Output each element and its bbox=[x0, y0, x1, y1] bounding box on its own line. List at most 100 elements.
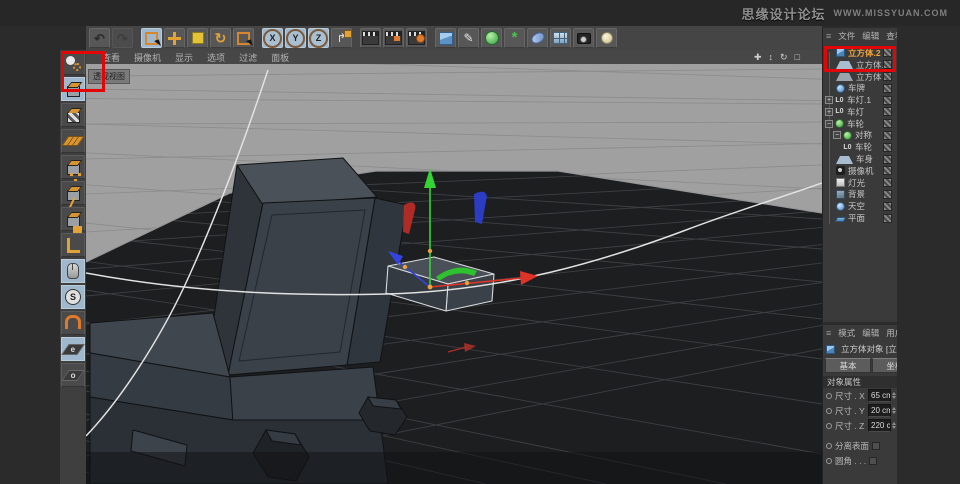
keyframe-dot-icon[interactable] bbox=[826, 392, 832, 399]
object-row-cube[interactable]: 立方体 bbox=[823, 71, 897, 83]
tab-coordinates[interactable]: 坐标 bbox=[872, 358, 897, 373]
mesh-poly-tool-button[interactable]: o bbox=[61, 363, 85, 387]
render-settings-button[interactable] bbox=[406, 28, 427, 48]
om-menu-edit[interactable]: 编辑 bbox=[862, 30, 879, 42]
enable-snap-button[interactable]: S bbox=[61, 285, 85, 309]
point-mode-button[interactable] bbox=[61, 155, 85, 179]
spline-pen-button[interactable]: ✎ bbox=[458, 28, 479, 48]
add-cube-button[interactable] bbox=[435, 28, 456, 48]
object-row-lamp1[interactable]: L0车灯.1 bbox=[823, 94, 897, 106]
object-row-symmetry[interactable]: 对称 bbox=[823, 130, 897, 142]
keyframe-dot-icon[interactable] bbox=[826, 457, 832, 464]
pan-view-icon[interactable]: ✚ bbox=[754, 52, 762, 63]
viewport-menu-options[interactable]: 选项 bbox=[207, 51, 225, 64]
viewport-3d[interactable] bbox=[86, 64, 822, 484]
object-row-plate[interactable]: 车牌 bbox=[823, 82, 897, 94]
polygon-mode-button[interactable] bbox=[61, 207, 85, 233]
viewport-menu-view[interactable]: 查看 bbox=[102, 51, 120, 64]
viewport-solo-button[interactable] bbox=[61, 259, 85, 283]
size-z-input[interactable]: 220 cm bbox=[868, 419, 891, 432]
am-menu-userdata[interactable]: 用户数据 bbox=[886, 327, 897, 339]
layer-toggle[interactable] bbox=[883, 83, 892, 93]
stepper-icon[interactable] bbox=[892, 422, 897, 429]
object-row-body[interactable]: 车身 bbox=[823, 153, 897, 165]
layer-toggle[interactable] bbox=[883, 71, 892, 81]
y-axis-lock-button[interactable]: Y bbox=[285, 28, 306, 48]
toggle-view-icon[interactable]: □ bbox=[795, 52, 800, 63]
edge-mode-button[interactable] bbox=[61, 181, 85, 205]
layer-toggle[interactable] bbox=[883, 95, 892, 105]
move-button[interactable] bbox=[164, 28, 185, 48]
object-row-cube2[interactable]: 立方体.2 bbox=[823, 47, 897, 59]
subdivision-surface-button[interactable] bbox=[481, 28, 502, 48]
x-axis-lock-button[interactable]: X bbox=[262, 28, 283, 48]
layer-toggle[interactable] bbox=[883, 48, 892, 58]
last-tool-button[interactable] bbox=[233, 28, 254, 48]
layer-toggle[interactable] bbox=[883, 119, 892, 129]
floor-button[interactable] bbox=[550, 28, 571, 48]
object-row-light[interactable]: 灯光 bbox=[823, 177, 897, 189]
scale-button[interactable] bbox=[187, 28, 208, 48]
object-row-wheel-instance[interactable]: L0 车轮 bbox=[823, 141, 897, 153]
layer-toggle[interactable] bbox=[883, 189, 892, 199]
rotate-button[interactable]: ↻ bbox=[210, 28, 231, 48]
live-selection-button[interactable] bbox=[141, 28, 162, 48]
environment-button[interactable] bbox=[527, 28, 548, 48]
mesh-edge-tool-button[interactable]: e bbox=[61, 337, 85, 361]
deformer-button[interactable]: * bbox=[504, 28, 525, 48]
viewport-menu-camera[interactable]: 摄像机 bbox=[134, 51, 161, 64]
layer-toggle[interactable] bbox=[883, 154, 892, 164]
object-row-wheel[interactable]: 车轮 bbox=[823, 118, 897, 130]
layer-toggle[interactable] bbox=[883, 142, 892, 152]
texture-mode-button[interactable] bbox=[61, 103, 85, 127]
object-row-plane[interactable]: 平面 bbox=[823, 212, 897, 224]
am-menu-mode[interactable]: 模式 bbox=[838, 327, 855, 339]
expand-icon[interactable] bbox=[825, 96, 833, 105]
camera-button[interactable] bbox=[573, 28, 594, 48]
make-editable-button[interactable] bbox=[61, 51, 85, 75]
layer-toggle[interactable] bbox=[883, 166, 892, 176]
keyframe-dot-icon[interactable] bbox=[826, 407, 832, 414]
separate-surfaces-checkbox[interactable] bbox=[872, 441, 881, 450]
layer-toggle[interactable] bbox=[883, 107, 892, 117]
layer-toggle[interactable] bbox=[883, 201, 892, 211]
z-axis-lock-button[interactable]: Z bbox=[308, 28, 329, 48]
layer-toggle[interactable] bbox=[883, 213, 892, 223]
size-x-input[interactable]: 65 cm bbox=[868, 389, 891, 402]
collapse-icon[interactable] bbox=[833, 131, 841, 140]
coordinate-system-button[interactable]: ↱ bbox=[331, 28, 352, 48]
object-row-camera[interactable]: 摄像机 bbox=[823, 165, 897, 177]
expand-icon[interactable] bbox=[825, 107, 833, 116]
rotate-view-icon[interactable]: ↻ bbox=[780, 52, 788, 63]
size-y-input[interactable]: 20 cm bbox=[868, 404, 891, 417]
model-mode-button[interactable] bbox=[61, 77, 85, 101]
tab-basic[interactable]: 基本 bbox=[825, 358, 871, 373]
object-row-sky[interactable]: 天空 bbox=[823, 200, 897, 212]
redo-button[interactable]: ↷ bbox=[112, 28, 133, 48]
object-row-background[interactable]: 背景 bbox=[823, 189, 897, 201]
object-row-cube1[interactable]: 立方体.1 bbox=[823, 59, 897, 71]
object-row-lamp[interactable]: L0车灯 bbox=[823, 106, 897, 118]
viewport-menu-display[interactable]: 显示 bbox=[175, 51, 193, 64]
om-menu-file[interactable]: 文件 bbox=[838, 30, 855, 42]
layer-toggle[interactable] bbox=[883, 178, 892, 188]
layer-toggle[interactable] bbox=[883, 130, 892, 140]
keyframe-dot-icon[interactable] bbox=[826, 442, 832, 449]
stepper-icon[interactable] bbox=[892, 407, 897, 414]
stepper-icon[interactable] bbox=[892, 392, 897, 399]
fillet-checkbox[interactable] bbox=[869, 456, 878, 465]
collapse-icon[interactable] bbox=[825, 119, 833, 128]
am-menu-edit[interactable]: 编辑 bbox=[862, 327, 879, 339]
keyframe-dot-icon[interactable] bbox=[826, 422, 832, 429]
enable-axis-button[interactable] bbox=[61, 233, 85, 257]
zoom-view-icon[interactable]: ↕ bbox=[769, 52, 774, 63]
light-button[interactable] bbox=[596, 28, 617, 48]
render-view-button[interactable] bbox=[360, 28, 381, 48]
viewport-menu-filter[interactable]: 过滤 bbox=[239, 51, 257, 64]
layer-toggle[interactable] bbox=[883, 60, 892, 70]
viewport-menu-panel[interactable]: 面板 bbox=[271, 51, 289, 64]
magnet-snap-button[interactable] bbox=[61, 311, 85, 335]
render-picture-viewer-button[interactable] bbox=[383, 28, 404, 48]
om-menu-view[interactable]: 查看 bbox=[886, 30, 897, 42]
undo-button[interactable]: ↶ bbox=[89, 28, 110, 48]
